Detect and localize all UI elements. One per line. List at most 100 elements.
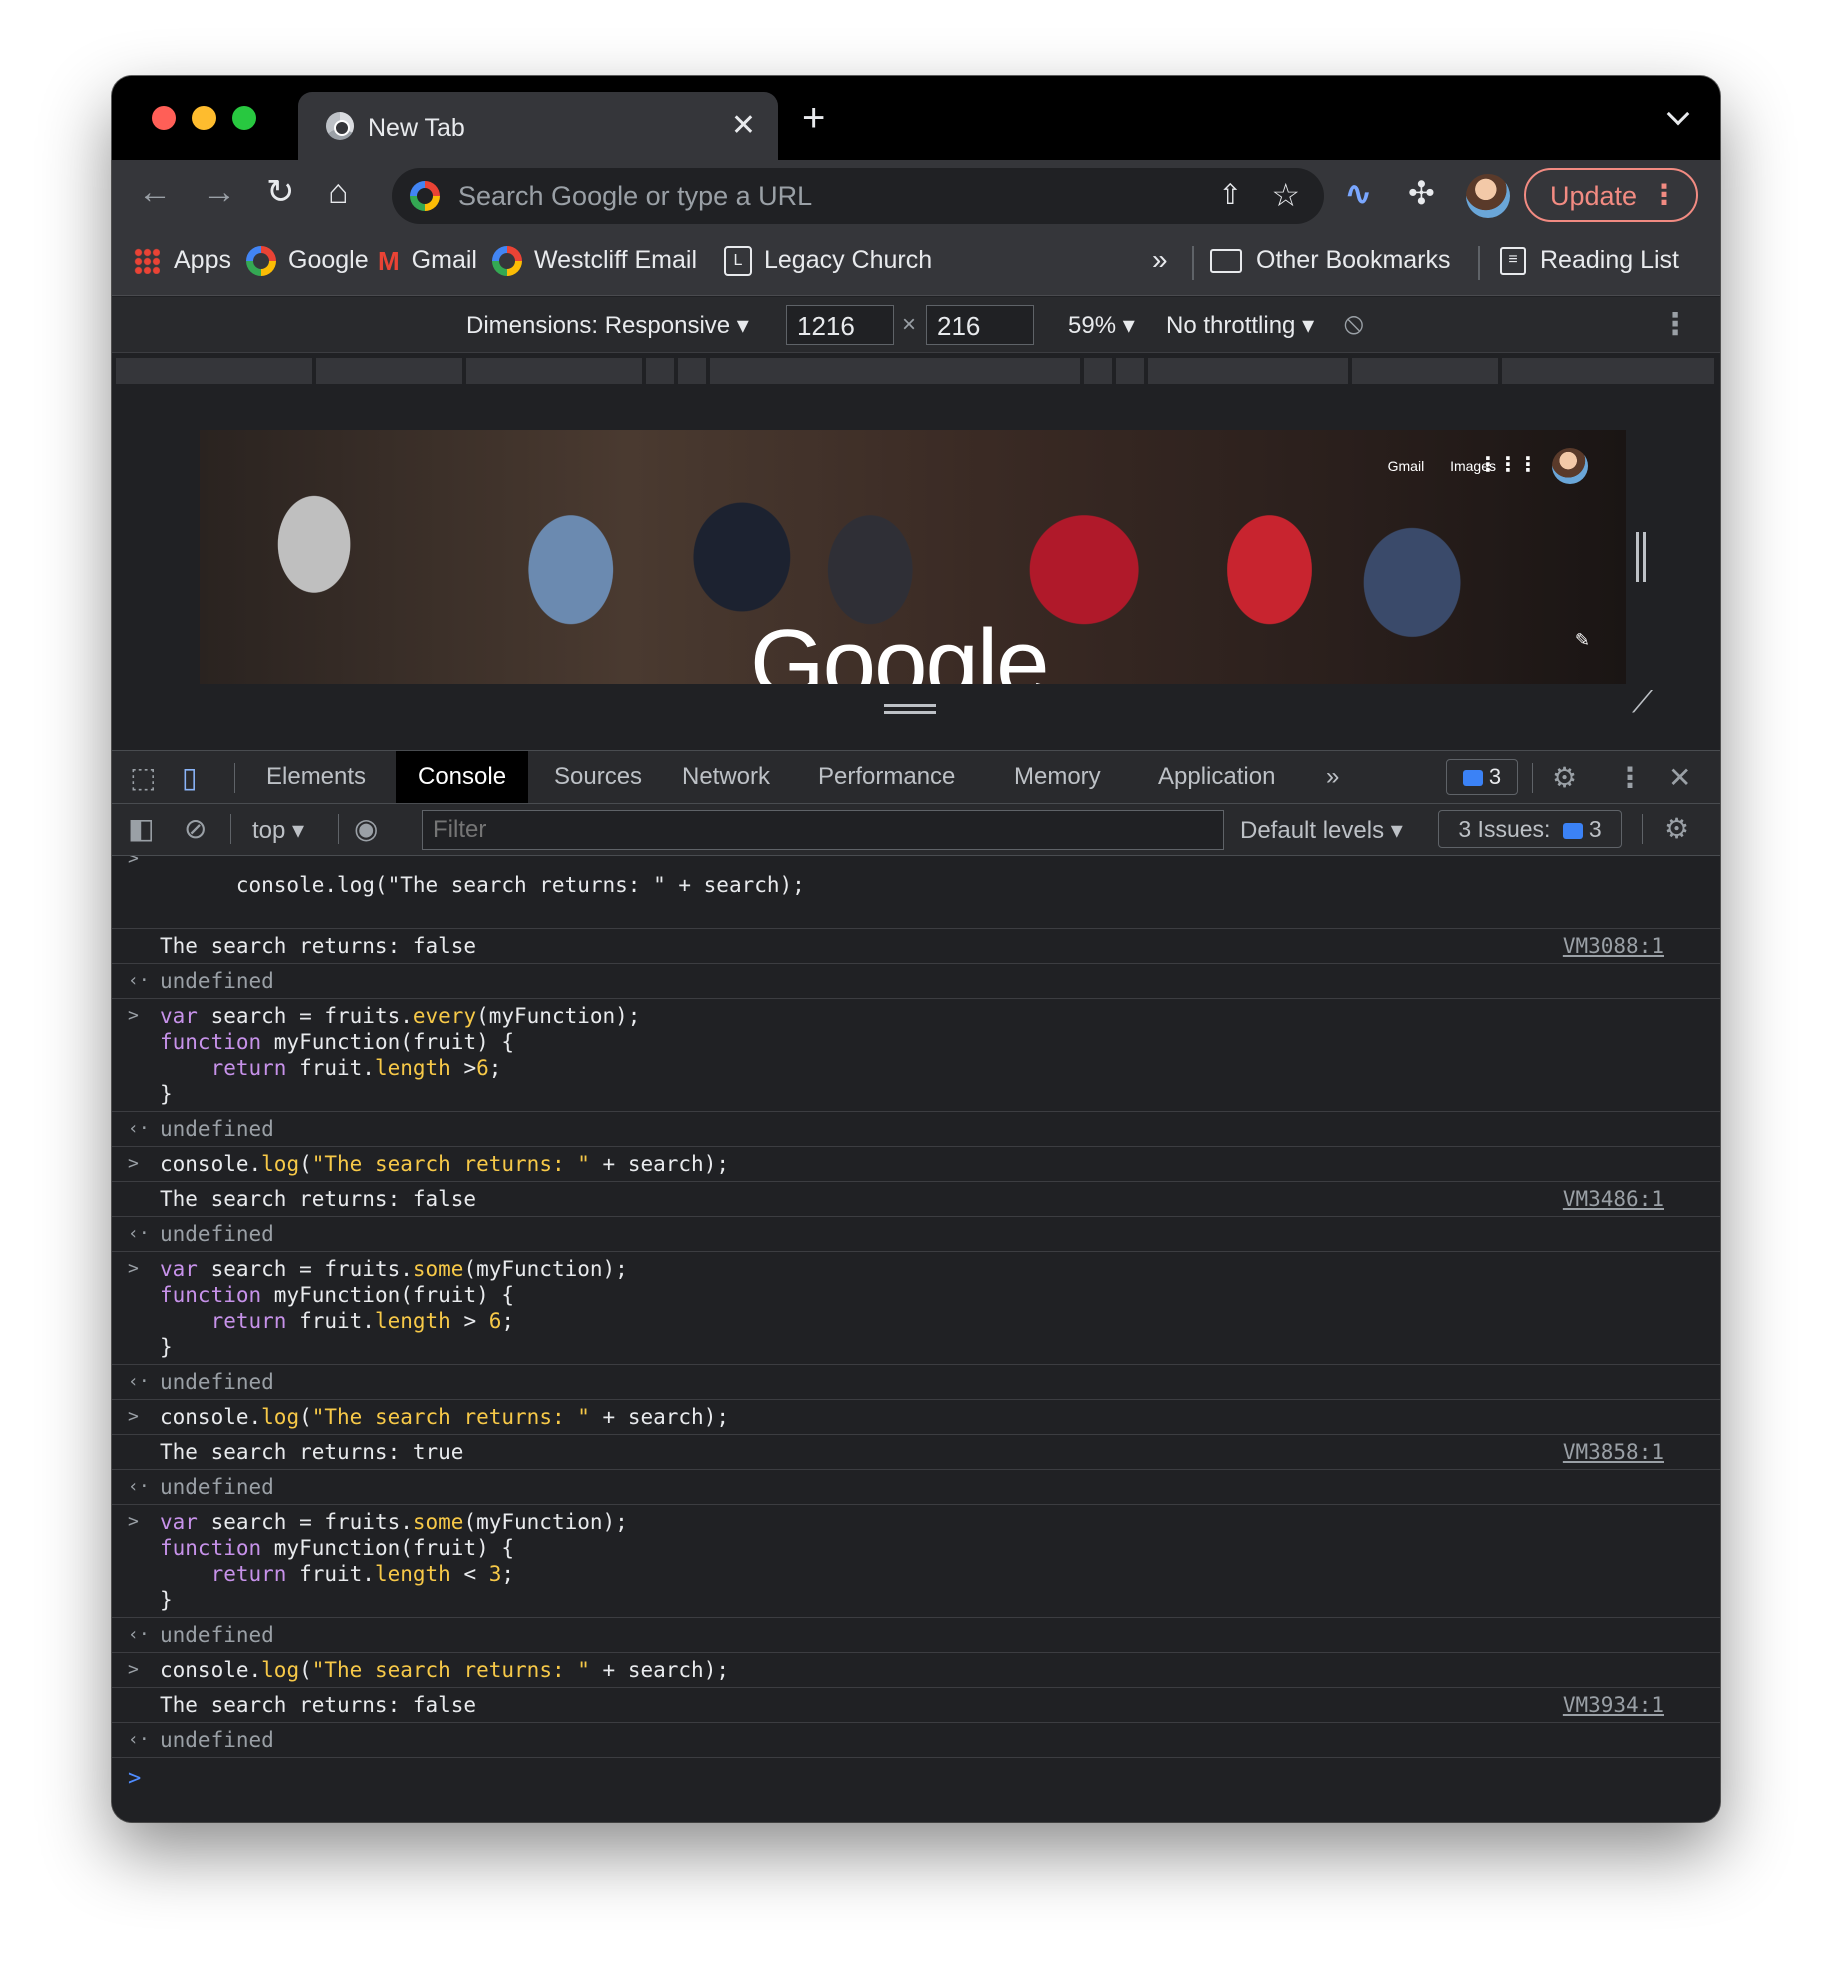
close-window-button[interactable] xyxy=(152,106,176,130)
return-arrow-icon: ‹· xyxy=(128,1624,150,1645)
dimensions-dropdown[interactable]: Dimensions: Responsive ▾ xyxy=(466,311,749,340)
log-levels-dropdown[interactable]: Default levels ▾ xyxy=(1240,816,1403,845)
log-message: The search returns: true xyxy=(160,1440,464,1464)
input-chevron-icon: > xyxy=(128,1005,139,1026)
console-output[interactable]: > console.log("The search returns: " + se… xyxy=(112,856,1720,1822)
console-input-entry: > var search = fruits.every(myFunction); f… xyxy=(112,999,1720,1112)
settings-gear-icon[interactable]: ⚙ xyxy=(1552,761,1577,794)
console-prompt[interactable]: > xyxy=(112,1758,1720,1798)
source-link[interactable]: VM3858:1 xyxy=(1563,1439,1664,1465)
bookmark-google[interactable]: Google xyxy=(246,246,369,277)
console-return-entry: ‹· undefined xyxy=(112,1112,1720,1147)
tab-elements[interactable]: Elements xyxy=(244,751,388,803)
close-devtools-icon[interactable]: ✕ xyxy=(1668,761,1691,794)
devtools-menu-icon[interactable]: ⋮ xyxy=(1616,761,1644,794)
bookmark-apps[interactable]: Apps xyxy=(134,246,231,275)
resize-handle-corner[interactable]: ⟋ xyxy=(1632,686,1653,720)
google-icon xyxy=(410,181,440,211)
zoom-window-button[interactable] xyxy=(232,106,256,130)
source-link[interactable]: VM3088:1 xyxy=(1563,933,1664,959)
page-avatar[interactable] xyxy=(1552,448,1588,484)
code-line: console.log("The search returns: " + sea… xyxy=(160,1658,729,1682)
media-query-ruler[interactable] xyxy=(112,354,1720,386)
bookmark-westcliff-email[interactable]: Westcliff Email xyxy=(492,246,697,277)
reload-icon[interactable]: ↻ xyxy=(266,172,295,212)
address-bar-placeholder: Search Google or type a URL xyxy=(458,181,813,211)
console-input-entry: > var search = fruits.some(myFunction); fu… xyxy=(112,1505,1720,1618)
console-log-entry: The search returns: false VM3934:1 xyxy=(112,1688,1720,1723)
return-value: undefined xyxy=(160,1222,274,1246)
bookmark-star-icon[interactable]: ☆ xyxy=(1271,176,1300,214)
bookmark-legacy-church[interactable]: L Legacy Church xyxy=(724,246,933,277)
more-tabs-chevron[interactable]: » xyxy=(1304,751,1361,803)
tab-search-chevron-icon[interactable] xyxy=(1666,102,1690,126)
rotate-icon[interactable]: ⦸ xyxy=(1344,307,1364,341)
resize-handle-bottom[interactable] xyxy=(884,704,936,714)
new-tab-button[interactable]: + xyxy=(802,98,825,138)
device-toolbar-menu-icon[interactable]: ⋮ xyxy=(1660,307,1690,342)
bookmarks-bar: Apps Google M Gmail Westcliff Email L Lega… xyxy=(112,230,1720,296)
code-line: var search = fruits.every(myFunction); xyxy=(160,1004,641,1028)
zoom-dropdown[interactable]: 59% ▾ xyxy=(1068,311,1135,340)
viewport-width-input[interactable]: 1216 xyxy=(786,305,894,345)
tab-network[interactable]: Network xyxy=(660,751,792,803)
bookmark-other-bookmarks[interactable]: Other Bookmarks xyxy=(1210,246,1451,275)
address-bar[interactable]: Search Google or type a URL ⇧ ☆ xyxy=(392,168,1324,224)
context-selector[interactable]: top ▾ xyxy=(252,816,304,845)
tab-console[interactable]: Console xyxy=(396,751,529,803)
live-expression-eye-icon[interactable]: ◉ xyxy=(354,812,378,845)
share-icon[interactable]: ⇧ xyxy=(1219,178,1242,211)
code-line: var search = fruits.some(myFunction); xyxy=(160,1510,628,1534)
log-message: The search returns: false xyxy=(160,1693,477,1717)
page-preview[interactable]: Gmail Images ⋮⋮⋮ Google ✎ xyxy=(200,430,1626,684)
tab-application[interactable]: Application xyxy=(1136,751,1297,803)
tab-memory[interactable]: Memory xyxy=(992,751,1123,803)
bookmark-label: Reading List xyxy=(1540,246,1679,274)
bookmark-reading-list[interactable]: ≡ Reading List xyxy=(1500,246,1679,276)
dimensions-times: × xyxy=(902,311,917,338)
tab-close-icon[interactable]: ✕ xyxy=(731,108,756,143)
page-gmail-link[interactable]: Gmail xyxy=(1388,458,1425,474)
source-link[interactable]: VM3486:1 xyxy=(1563,1186,1664,1212)
messages-badge[interactable]: 3 xyxy=(1446,759,1518,795)
throttling-dropdown[interactable]: No throttling ▾ xyxy=(1166,311,1314,340)
console-input-entry: > console.log("The search returns: " + se… xyxy=(112,856,1720,929)
minimize-window-button[interactable] xyxy=(192,106,216,130)
code-line: function myFunction(fruit) { xyxy=(160,1283,515,1307)
wave-extension-icon[interactable]: ∿ xyxy=(1344,174,1373,214)
tab-sources[interactable]: Sources xyxy=(532,751,664,803)
console-filter-input[interactable] xyxy=(422,810,1224,850)
resize-handle-right[interactable] xyxy=(1636,532,1646,582)
kebab-menu-icon: ⋮ xyxy=(1650,179,1678,210)
more-bookmarks-chevron[interactable]: » xyxy=(1152,244,1168,276)
page-apps-grid-icon[interactable]: ⋮⋮⋮ xyxy=(1478,452,1538,477)
viewport-height-input[interactable]: 216 xyxy=(926,305,1034,345)
update-button[interactable]: Update ⋮ xyxy=(1524,168,1698,222)
code-line: function myFunction(fruit) { xyxy=(160,1536,515,1560)
input-chevron-icon: > xyxy=(128,1153,139,1174)
bookmark-label: Legacy Church xyxy=(764,246,933,274)
code-line: return fruit.length < 3; xyxy=(210,1562,515,1586)
source-link[interactable]: VM3934:1 xyxy=(1563,1692,1664,1718)
tab-performance[interactable]: Performance xyxy=(796,751,977,803)
console-log-entry: The search returns: true VM3858:1 xyxy=(112,1435,1720,1470)
extensions-puzzle-icon[interactable]: ✣ xyxy=(1408,174,1435,212)
tab-new-tab[interactable]: New Tab ✕ xyxy=(298,92,778,160)
home-icon[interactable]: ⌂ xyxy=(328,172,349,212)
console-settings-gear-icon[interactable]: ⚙ xyxy=(1664,812,1689,845)
bookmarks-divider xyxy=(1192,246,1194,280)
issues-counter[interactable]: 3 Issues: 3 xyxy=(1438,810,1622,848)
bookmark-label: Other Bookmarks xyxy=(1256,246,1451,274)
forward-arrow-icon[interactable]: → xyxy=(202,172,236,212)
page-top-links: Gmail Images xyxy=(1366,458,1496,474)
bookmark-gmail[interactable]: M Gmail xyxy=(378,246,477,277)
customize-pencil-icon[interactable]: ✎ xyxy=(1575,630,1590,651)
return-arrow-icon: ‹· xyxy=(128,1223,150,1244)
back-arrow-icon[interactable]: ← xyxy=(138,172,172,212)
inspect-element-icon[interactable]: ⬚ xyxy=(130,761,156,794)
profile-avatar[interactable] xyxy=(1466,174,1510,218)
sidebar-toggle-icon[interactable]: ◧ xyxy=(128,812,154,845)
clear-console-icon[interactable]: ⊘ xyxy=(184,812,207,845)
input-chevron-icon: > xyxy=(128,1406,139,1427)
device-toggle-icon[interactable]: ▯ xyxy=(182,761,197,794)
